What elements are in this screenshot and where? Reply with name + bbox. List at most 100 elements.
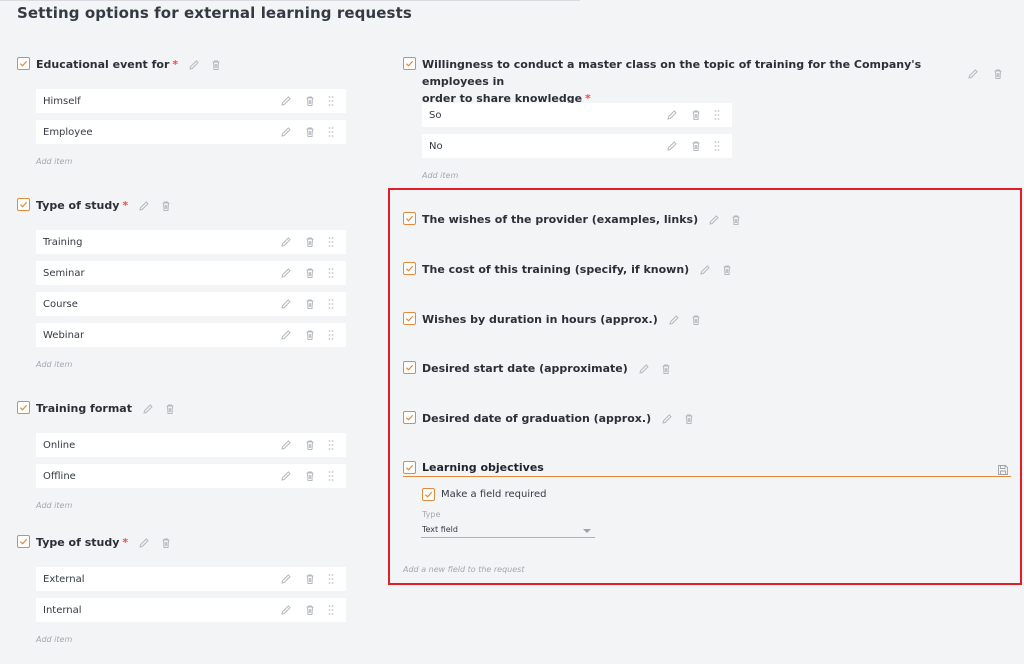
pencil-icon[interactable] (280, 573, 292, 585)
drag-handle-icon[interactable] (328, 95, 334, 107)
save-icon[interactable] (997, 461, 1009, 475)
trash-icon[interactable] (304, 439, 316, 451)
make-required-checkbox[interactable] (422, 488, 435, 501)
trash-icon[interactable] (304, 95, 316, 107)
pencil-icon[interactable] (188, 59, 200, 71)
required-marker: * (172, 58, 179, 71)
pencil-icon[interactable] (668, 314, 680, 326)
field-label: The cost of this training (specify, if k… (422, 263, 690, 276)
drag-handle-icon[interactable] (328, 470, 334, 482)
field-enabled-checkbox[interactable] (403, 262, 416, 275)
drag-handle-icon[interactable] (714, 140, 720, 152)
list-item: So (422, 103, 732, 127)
pencil-icon[interactable] (142, 403, 154, 415)
pencil-icon[interactable] (138, 537, 150, 549)
add-item-link[interactable]: Add item (36, 157, 72, 166)
pencil-icon[interactable] (967, 68, 979, 80)
add-item-link[interactable]: Add item (36, 501, 72, 510)
pencil-icon[interactable] (138, 200, 150, 212)
trash-icon[interactable] (210, 59, 222, 71)
drag-handle-icon[interactable] (328, 267, 334, 279)
field-enabled-checkbox[interactable] (17, 401, 30, 414)
trash-icon[interactable] (304, 267, 316, 279)
pencil-icon[interactable] (638, 363, 650, 375)
type-label: Type (422, 510, 441, 519)
list-item: External (36, 567, 346, 591)
list-item: Himself (36, 89, 346, 113)
field-enabled-checkbox[interactable] (403, 212, 416, 225)
list-item: Internal (36, 598, 346, 622)
add-field-link[interactable]: Add a new field to the request (403, 565, 524, 574)
list-item: Employee (36, 120, 346, 144)
trash-icon[interactable] (304, 126, 316, 138)
trash-icon[interactable] (304, 329, 316, 341)
trash-icon[interactable] (304, 573, 316, 585)
trash-icon[interactable] (304, 298, 316, 310)
drag-handle-icon[interactable] (328, 604, 334, 616)
pencil-icon[interactable] (666, 109, 678, 121)
trash-icon[interactable] (690, 109, 702, 121)
pencil-icon[interactable] (280, 470, 292, 482)
drag-handle-icon[interactable] (328, 236, 334, 248)
pencil-icon[interactable] (280, 604, 292, 616)
trash-icon[interactable] (660, 363, 672, 375)
field-enabled-checkbox[interactable] (403, 361, 416, 374)
trash-icon[interactable] (730, 214, 742, 226)
field-label: Type of study * (36, 536, 129, 549)
field-label: Desired start date (approximate) (422, 362, 628, 375)
pencil-icon[interactable] (708, 214, 720, 226)
trash-icon[interactable] (690, 314, 702, 326)
field-enabled-checkbox[interactable] (403, 461, 416, 474)
field-label: Training format (36, 402, 132, 415)
trash-icon[interactable] (721, 264, 733, 276)
trash-icon[interactable] (690, 140, 702, 152)
type-select[interactable]: Text field (421, 524, 595, 538)
pencil-icon[interactable] (280, 267, 292, 279)
drag-handle-icon[interactable] (328, 298, 334, 310)
trash-icon[interactable] (160, 200, 172, 212)
pencil-icon[interactable] (280, 298, 292, 310)
field-enabled-checkbox[interactable] (17, 57, 30, 70)
pencil-icon[interactable] (280, 439, 292, 451)
trash-icon[interactable] (304, 470, 316, 482)
trash-icon[interactable] (304, 236, 316, 248)
field-provider-wishes: The wishes of the provider (examples, li… (403, 211, 742, 228)
field-desired-start-date: Desired start date (approximate) (403, 360, 672, 377)
field-enabled-checkbox[interactable] (17, 535, 30, 548)
field-type-of-study-2: Type of study * (17, 534, 172, 551)
pencil-icon[interactable] (280, 236, 292, 248)
field-enabled-checkbox[interactable] (403, 312, 416, 325)
field-type-of-study: Type of study * (17, 197, 172, 214)
pencil-icon[interactable] (666, 140, 678, 152)
list-item: Course (36, 292, 346, 316)
trash-icon[interactable] (304, 604, 316, 616)
drag-handle-icon[interactable] (714, 109, 720, 121)
chevron-down-icon (583, 529, 591, 533)
add-item-link[interactable]: Add item (36, 635, 72, 644)
drag-handle-icon[interactable] (328, 126, 334, 138)
add-item-link[interactable]: Add item (422, 171, 458, 180)
pencil-icon[interactable] (280, 329, 292, 341)
field-enabled-checkbox[interactable] (17, 198, 30, 211)
pencil-icon[interactable] (699, 264, 711, 276)
field-label: Willingness to conduct a master class on… (422, 58, 922, 105)
trash-icon[interactable] (683, 413, 695, 425)
make-required-option[interactable]: Make a field required (422, 487, 546, 501)
field-enabled-checkbox[interactable] (403, 411, 416, 424)
trash-icon[interactable] (164, 403, 176, 415)
trash-icon[interactable] (992, 68, 1004, 80)
drag-handle-icon[interactable] (328, 329, 334, 341)
drag-handle-icon[interactable] (328, 573, 334, 585)
trash-icon[interactable] (160, 537, 172, 549)
pencil-icon[interactable] (661, 413, 673, 425)
field-name-input[interactable] (422, 459, 982, 475)
pencil-icon[interactable] (280, 126, 292, 138)
add-item-link[interactable]: Add item (36, 360, 72, 369)
page-title: Setting options for external learning re… (17, 4, 412, 22)
list-item: No (422, 134, 732, 158)
pencil-icon[interactable] (280, 95, 292, 107)
field-enabled-checkbox[interactable] (403, 57, 416, 70)
list-item: Training (36, 230, 346, 254)
field-training-format: Training format (17, 400, 176, 417)
drag-handle-icon[interactable] (328, 439, 334, 451)
